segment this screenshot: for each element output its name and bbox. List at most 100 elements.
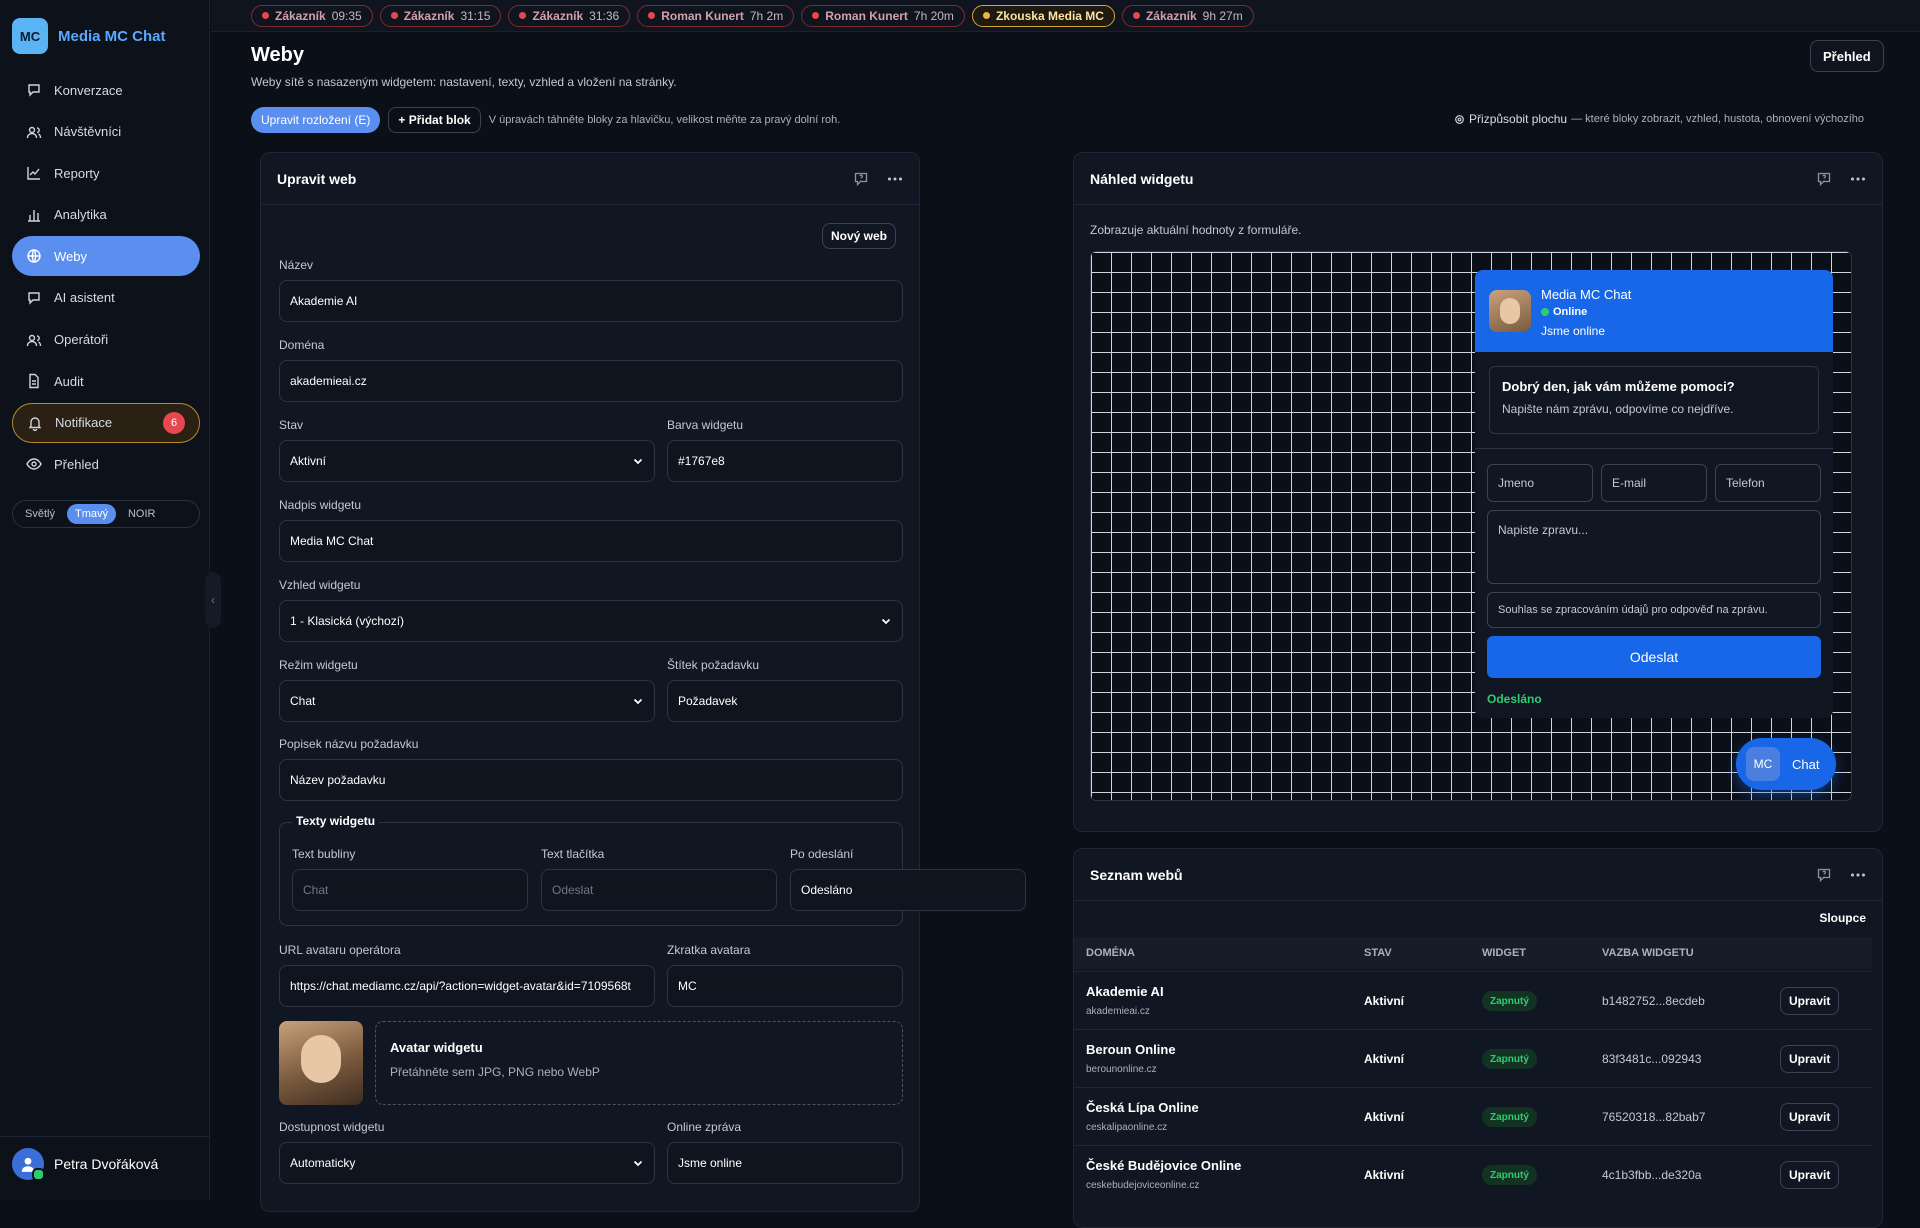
preview-hint: Zobrazuje aktuální hodnoty z formuláře.	[1090, 223, 1302, 237]
tab-label: Zkouska Media MC	[995, 8, 1104, 23]
name-input[interactable]: Akademie AI	[279, 280, 903, 322]
site-status: Aktivní	[1364, 994, 1405, 1008]
card-header[interactable]: Náhled widgetu	[1074, 153, 1882, 205]
site-status: Aktivní	[1364, 1052, 1405, 1066]
widget-name-input[interactable]: Jmeno	[1487, 464, 1593, 502]
theme-option-dark[interactable]: Tmavý	[66, 504, 116, 524]
sidebar-item-weby[interactable]: Weby	[12, 236, 200, 277]
widget-greeting: Dobrý den, jak vám můžeme pomoci? Napišt…	[1489, 366, 1819, 434]
availability-select[interactable]: Automaticky	[279, 1142, 655, 1184]
overview-button[interactable]: Přehled	[1810, 40, 1884, 72]
status-dot	[519, 12, 527, 19]
heading-label: Nadpis widgetu	[279, 498, 362, 512]
brand[interactable]: MC Media MC Chat	[12, 18, 166, 54]
mode-select[interactable]: Chat	[279, 680, 655, 722]
widget-send-button[interactable]: Odeslat	[1487, 636, 1821, 678]
main-content: Zákazník 09:35 Zákazník 31:15 Zákazník 31:3…	[211, 0, 1920, 1228]
card-header[interactable]: Upravit web	[261, 153, 919, 205]
theme-option-light[interactable]: Světlý	[17, 504, 63, 524]
sidebar-item-analytika[interactable]: Analytika	[12, 195, 200, 235]
add-block-button[interactable]: + Přidat blok	[388, 107, 481, 133]
tab-label: Zákazník	[403, 8, 455, 23]
columns-button[interactable]: Sloupce	[1819, 911, 1866, 925]
sidebar-item-operatori[interactable]: Operátoři	[12, 320, 200, 360]
bubble-text-input[interactable]: Chat	[292, 869, 528, 911]
conversation-tab[interactable]: Roman Kunert 7h 20m	[801, 4, 965, 27]
conversation-tab[interactable]: Zákazník 09:35	[251, 4, 373, 27]
conversation-tab[interactable]: Roman Kunert 7h 2m	[637, 4, 795, 27]
widget-consent[interactable]: Souhlas se zpracováním údajů pro odpověď…	[1487, 592, 1821, 628]
avatar	[12, 1148, 45, 1181]
button-text-input[interactable]: Odeslat	[541, 869, 777, 911]
sidebar-item-ai-asistent[interactable]: AI asistent	[12, 278, 200, 318]
sidebar-item-audit[interactable]: Audit	[12, 361, 200, 401]
theme-option-noir[interactable]: NOIR	[120, 504, 164, 524]
sidebar-item-label: AI asistent	[54, 290, 115, 306]
sidebar-item-notifikace[interactable]: Notifikace 6	[12, 402, 200, 443]
status-dot	[812, 12, 820, 19]
color-input[interactable]: #1767e8	[667, 440, 903, 482]
site-domain: akademieai.cz	[1086, 1006, 1150, 1017]
new-site-button[interactable]: Nový web	[822, 223, 897, 249]
conversation-tab[interactable]: Zákazník 9h 27m	[1121, 4, 1254, 27]
conversation-tab[interactable]: Zákazník 31:15	[379, 4, 502, 27]
table-row[interactable]: Česká Lípa Online ceskalipaonline.cz Akt…	[1074, 1087, 1872, 1145]
chat-bubble-launcher[interactable]: MC Chat	[1736, 738, 1836, 790]
more-icon[interactable]	[1850, 171, 1866, 187]
conversation-tab[interactable]: Zákazník 31:36	[508, 4, 631, 27]
table-row[interactable]: Beroun Online berounonline.cz Aktivní Za…	[1074, 1029, 1872, 1087]
status-select[interactable]: Aktivní	[279, 440, 655, 482]
sidebar-item-konverzace[interactable]: Konverzace	[12, 70, 200, 110]
site-status: Aktivní	[1364, 1168, 1405, 1182]
more-icon[interactable]	[887, 171, 903, 187]
heading-input[interactable]: Media MC Chat	[279, 520, 903, 562]
column-header[interactable]: DOMÉNA	[1086, 947, 1135, 959]
avatar-url-input[interactable]: https://chat.mediamc.cz/api/?action=widg…	[279, 965, 655, 1007]
card-title: Seznam webů	[1090, 866, 1183, 883]
edit-site-button[interactable]: Upravit	[1780, 1103, 1840, 1131]
sidebar-item-navstevnici[interactable]: Návštěvníci	[12, 112, 200, 152]
edit-site-button[interactable]: Upravit	[1780, 1045, 1840, 1073]
conversation-tab-active[interactable]: Zkouska Media MC	[971, 4, 1115, 27]
request-label: Popisek názvu požadavku	[279, 737, 419, 751]
sidebar-item-prehled[interactable]: Přehled	[12, 444, 200, 484]
table-row[interactable]: Akademie AI akademieai.cz Aktivní Zapnut…	[1074, 971, 1872, 1029]
request-input[interactable]: Název požadavku	[279, 759, 903, 801]
user-profile[interactable]: Petra Dvořáková	[12, 1148, 158, 1181]
theme-switcher: Světlý Tmavý NOIR	[12, 500, 200, 528]
widget-texts-group: Texty widgetu Text bubliny Chat Text tla…	[279, 814, 1026, 926]
more-icon[interactable]	[1850, 867, 1866, 883]
widget-email-input[interactable]: E-mail	[1601, 464, 1707, 502]
column-header[interactable]: VAZBA WIDGETU	[1602, 947, 1694, 959]
customize-workspace[interactable]: Přizpůsobit plochu — které bloky zobrazi…	[1454, 112, 1864, 126]
online-msg-input[interactable]: Jsme online	[667, 1142, 903, 1184]
sidebar-item-label: Reporty	[54, 165, 100, 181]
domain-input[interactable]: akademieai.cz	[279, 360, 903, 402]
edit-layout-button[interactable]: Upravit rozložení (E)	[251, 107, 381, 133]
edit-site-button[interactable]: Upravit	[1780, 1161, 1840, 1189]
tab-time: 09:35	[331, 8, 362, 23]
widget-message-textarea[interactable]: Napiste zpravu...	[1487, 510, 1821, 584]
status-dot	[982, 12, 990, 19]
site-name: Beroun Online	[1086, 1042, 1176, 1057]
help-icon[interactable]	[1816, 867, 1832, 883]
tab-time: 31:15	[460, 8, 491, 23]
table-row[interactable]: České Budějovice Online ceskebudejoviceo…	[1074, 1145, 1872, 1203]
availability-label: Dostupnost widgetu	[279, 1120, 385, 1134]
widget-phone-input[interactable]: Telefon	[1715, 464, 1821, 502]
card-title: Upravit web	[277, 170, 357, 187]
column-header[interactable]: WIDGET	[1482, 947, 1526, 959]
help-icon[interactable]	[1816, 171, 1832, 187]
card-header[interactable]: Seznam webů	[1074, 849, 1882, 901]
after-send-input[interactable]: Odesláno	[790, 869, 1026, 911]
greeting-text: Napište nám zprávu, odpovíme co nejdříve…	[1502, 402, 1734, 416]
edit-site-button[interactable]: Upravit	[1780, 987, 1840, 1015]
tag-input[interactable]: Požadavek	[667, 680, 903, 722]
help-icon[interactable]	[853, 171, 869, 187]
widget-binding: b1482752...8ecdeb	[1602, 994, 1705, 1008]
avatar-dropzone[interactable]: Avatar widgetu Přetáhněte sem JPG, PNG n…	[375, 1021, 903, 1105]
sidebar-item-reporty[interactable]: Reporty	[12, 153, 200, 193]
column-header[interactable]: STAV	[1364, 947, 1392, 959]
avatar-short-input[interactable]: MC	[667, 965, 903, 1007]
look-select[interactable]: 1 - Klasická (výchozí)	[279, 600, 903, 642]
